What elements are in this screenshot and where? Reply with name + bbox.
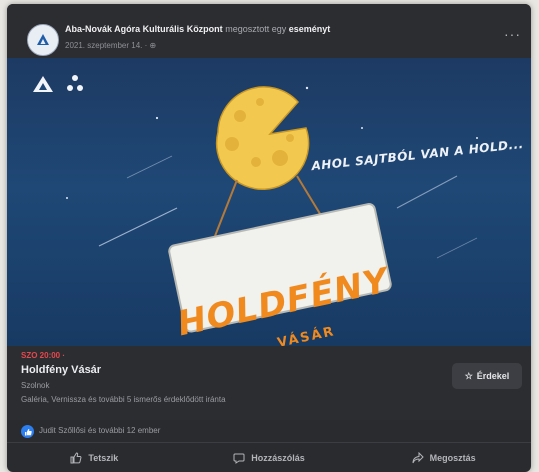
like-reaction-icon (21, 425, 34, 438)
globe-icon: ⊕ (149, 41, 157, 50)
post-card: Aba-Novák Agóra Kulturális Központ megos… (7, 4, 531, 472)
comment-label: Hozzászólás (251, 452, 305, 463)
triangle-logo-icon (33, 76, 53, 92)
event-interested-friends: Galéria, Vernissza és további 5 ismerős … (21, 395, 226, 404)
like-button[interactable]: Tetszik (7, 443, 182, 472)
reactions-bar[interactable]: Judit Szőllősi és további 12 ember (7, 420, 531, 443)
post-date[interactable]: 2021. szeptember 14. · ⊕ (65, 41, 156, 50)
event-link[interactable]: eseményt (289, 24, 331, 34)
cheese-moon (215, 86, 310, 190)
event-cover-image[interactable]: AHOL SAJTBÓL VAN A HOLD... HOLDFÉNY VÁSÁ… (7, 58, 531, 346)
event-host: Szolnok (21, 381, 50, 390)
thumbs-up-icon (70, 451, 82, 463)
avatar[interactable] (27, 24, 59, 56)
agora-logo-icon (37, 34, 49, 45)
share-button[interactable]: Megosztás (356, 443, 531, 472)
star-icon: ☆ (464, 370, 473, 381)
interested-label: Érdekel (476, 371, 510, 381)
post-verb: megosztott egy (225, 24, 287, 34)
more-options-button[interactable]: ··· (504, 26, 521, 42)
share-label: Megosztás (429, 452, 476, 463)
comment-icon (233, 453, 245, 464)
post-title-line: Aba-Novák Agóra Kulturális Központ megos… (65, 24, 465, 34)
like-label: Tetszik (88, 452, 119, 463)
interested-button[interactable]: ☆ Érdekel (452, 363, 522, 389)
author-link[interactable]: Aba-Novák Agóra Kulturális Központ (65, 24, 223, 34)
comment-button[interactable]: Hozzászólás (182, 443, 357, 472)
dots-logo-icon (67, 75, 83, 91)
event-info: SZO 20:00 · Holdfény Vásár Szolnok Galér… (7, 346, 531, 420)
event-name[interactable]: Holdfény Vásár (21, 364, 101, 376)
share-icon (412, 451, 424, 463)
reactions-text: Judit Szőllősi és további 12 ember (39, 426, 161, 435)
post-header: Aba-Novák Agóra Kulturális Központ megos… (7, 4, 531, 58)
action-bar: Tetszik Hozzászólás Megosztás (7, 443, 531, 472)
event-date: SZO 20:00 · (21, 351, 66, 360)
